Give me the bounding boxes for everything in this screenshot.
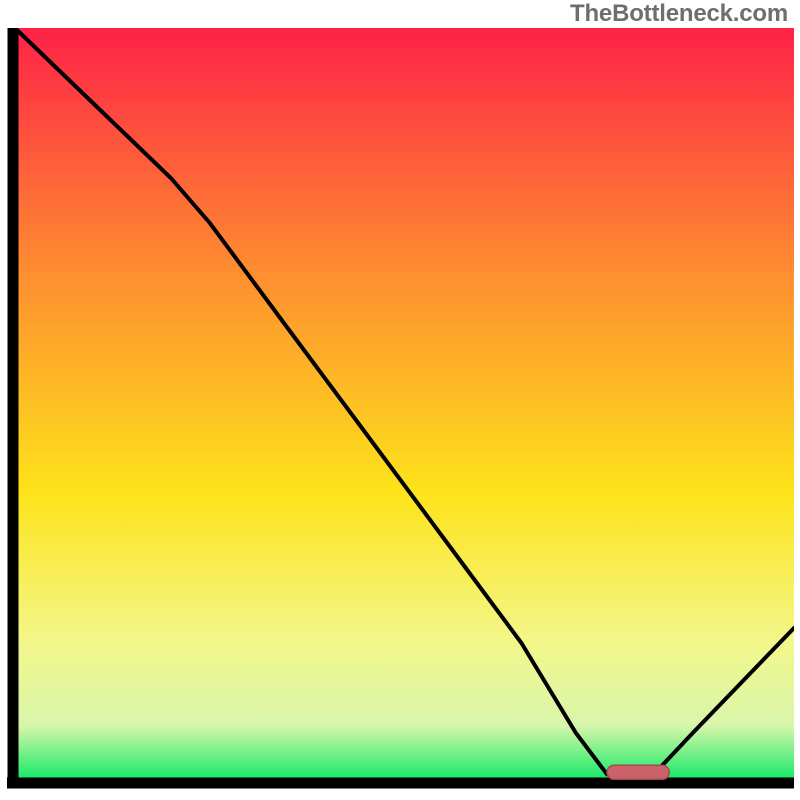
watermark-text: TheBottleneck.com xyxy=(570,0,788,28)
optimum-marker xyxy=(607,765,669,779)
bottleneck-chart xyxy=(5,28,794,791)
chart-container: TheBottleneck.com xyxy=(0,0,800,800)
